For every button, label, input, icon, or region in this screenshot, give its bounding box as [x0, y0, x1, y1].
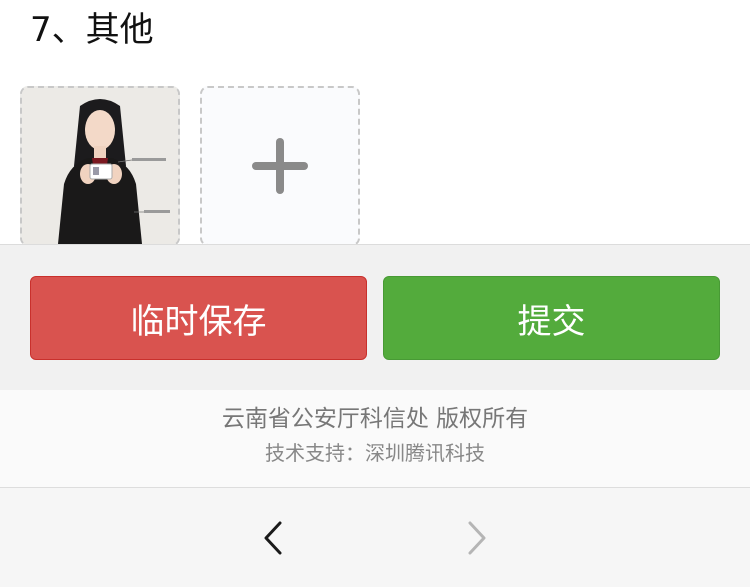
- plus-icon-vertical-stroke: [276, 138, 284, 194]
- footer: 云南省公安厅科信处 版权所有 技术支持：深圳腾讯科技: [0, 390, 750, 488]
- submit-button[interactable]: 提交: [383, 276, 720, 360]
- browser-nav-bar: [0, 488, 750, 587]
- copyright-text: 云南省公安厅科信处 版权所有: [221, 406, 529, 432]
- chevron-left-icon: [264, 521, 282, 555]
- section-title: 7、其他: [30, 10, 154, 50]
- forward-button[interactable]: [456, 518, 496, 558]
- add-photo-button[interactable]: [200, 86, 360, 246]
- back-button[interactable]: [254, 518, 294, 558]
- uploaded-photo: [22, 88, 178, 244]
- chevron-right-icon: [468, 521, 486, 555]
- support-text: 技术支持：深圳腾讯科技: [265, 441, 485, 465]
- action-bar: 临时保存 提交: [0, 244, 750, 390]
- uploaded-photo-thumbnail[interactable]: [20, 86, 180, 246]
- save-draft-button[interactable]: 临时保存: [30, 276, 367, 360]
- form-page: 7、其他 临时保存 提交 云南省公安厅科信处 版权所有 技术支持：深圳腾讯科技: [0, 0, 750, 587]
